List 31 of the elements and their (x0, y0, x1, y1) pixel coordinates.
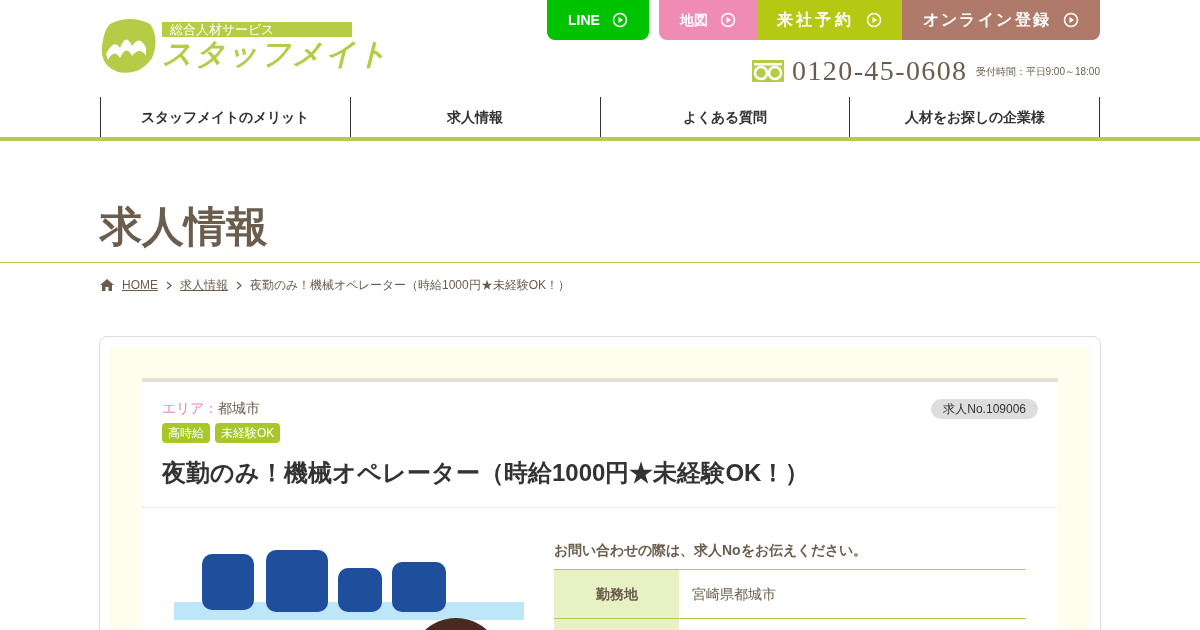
job-title: 夜勤のみ！機械オペレーター（時給1000円★未経験OK！） (162, 458, 811, 488)
play-circle-icon (865, 12, 882, 28)
page-title: 求人情報 (100, 206, 269, 248)
tag: 高時給 (162, 423, 210, 443)
logo-tagline: 総合人材サービス (162, 21, 352, 37)
header-button[interactable]: オンライン登録 (902, 0, 1100, 40)
play-circle-icon (611, 12, 628, 28)
notice-text: お問い合わせの際は、求人Noをお伝えください。 (554, 541, 868, 560)
breadcrumb-link[interactable]: HOME (122, 276, 158, 294)
detail-value: 宮崎県都城市 (691, 584, 777, 604)
job-number-badge: 求人No.109006 (931, 398, 1038, 419)
breadcrumb-current: 夜勤のみ！機械オペレーター（時給1000円★未経験OK！） (250, 277, 571, 294)
freedial-icon (752, 60, 785, 82)
nav-link[interactable]: 求人情報 (349, 97, 600, 137)
area-value: 都城市 (218, 399, 260, 418)
logo-name: スタッフメイト (162, 36, 390, 71)
chevron-icon (166, 280, 172, 290)
home-icon (100, 279, 114, 291)
tag: 未経験OK (215, 423, 281, 443)
chevron-icon (236, 280, 242, 290)
phone-number: 0120-45-0608 (792, 54, 968, 88)
nav-link[interactable]: 人材をお探しの企業様 (849, 97, 1100, 137)
nav-link[interactable]: スタッフメイトのメリット (100, 97, 350, 137)
area-label: エリア： (162, 399, 218, 418)
nav-link[interactable]: よくある質問 (599, 97, 850, 137)
detail-label: 勤務地 (554, 570, 679, 618)
breadcrumb-link[interactable]: 求人情報 (180, 276, 228, 294)
play-circle-icon (1063, 12, 1080, 28)
business-hours: 受付時間：平日9:00～18:00 (975, 64, 1100, 79)
logo-mark-icon (100, 18, 158, 74)
play-circle-icon (720, 12, 736, 28)
